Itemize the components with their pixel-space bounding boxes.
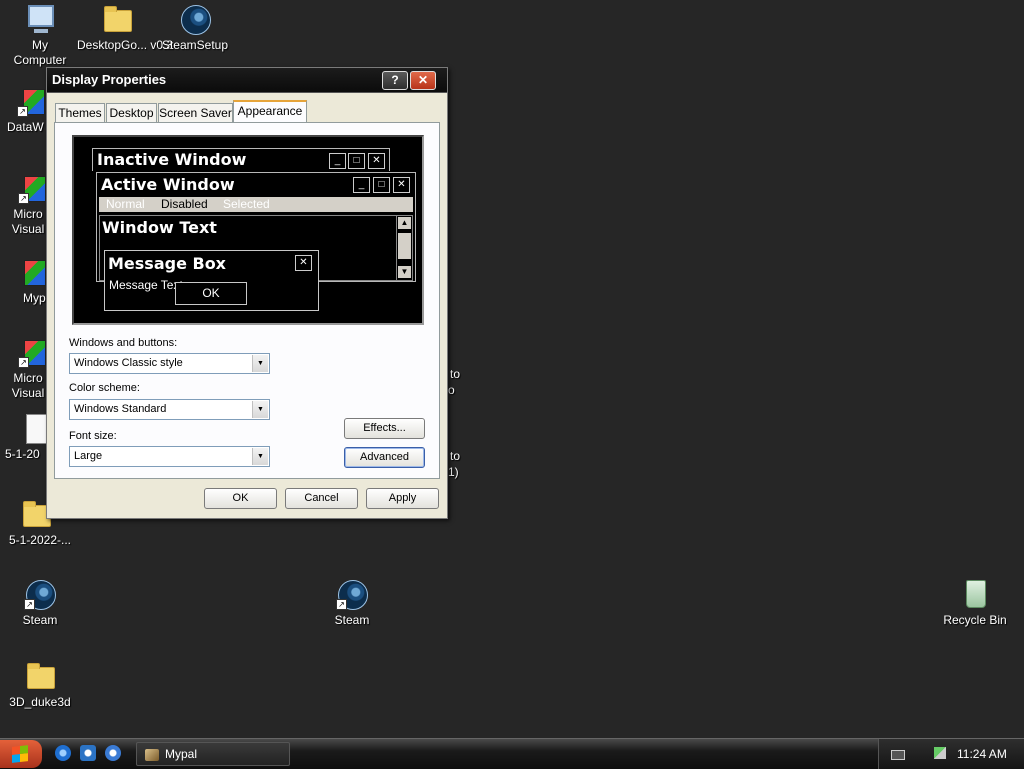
desktop-icon-my-computer[interactable]: My Computer [0,3,80,68]
desktop-label-fragment: to [450,367,461,381]
desktop-icon-label: SteamSetup [161,38,229,52]
preview-message-box: Message Box ✕ Message Text OK [104,250,319,311]
color-scheme-label: Color scheme: [69,382,140,394]
folder-icon [24,660,56,692]
windows-buttons-label: Windows and buttons: [69,337,178,349]
application-icon: ↗ [17,85,49,117]
display-properties-dialog: Display Properties ? ✕ Themes Desktop Sc… [46,67,448,519]
close-icon: ✕ [368,153,385,169]
windows-buttons-select[interactable]: Windows Classic style ▼ [69,353,270,374]
preview-ok-button: OK [175,282,247,305]
desktop-icon-label: Steam [334,613,370,627]
scroll-up-icon: ▲ [398,217,411,229]
steam-icon: ↗ [336,578,368,610]
inactive-window-title: Inactive Window [97,150,247,169]
recycle-bin-icon [959,578,991,610]
font-size-value: Large [74,450,103,462]
desktop-icon-desktopgo[interactable]: DesktopGo... v0.3 [77,3,174,53]
outlook-express-icon[interactable] [80,745,96,761]
desktop-label-fragment: 1) [448,465,459,479]
close-icon: ✕ [393,177,410,193]
cancel-button[interactable]: Cancel [285,488,358,509]
message-text: Message Text [109,278,183,292]
appearance-panel: Inactive Window _ □ ✕ Active Window _ □ … [54,122,440,479]
color-scheme-select[interactable]: Windows Standard ▼ [69,399,270,420]
scroll-thumb [398,233,411,259]
help-button[interactable]: ? [382,71,408,90]
steam-icon [179,3,211,35]
desktop-icon-label: 3D_duke3d [9,695,71,709]
dialog-titlebar[interactable]: Display Properties ? ✕ [47,68,447,93]
mypal-icon [145,748,159,761]
desktop-icon-3d-duke3d[interactable]: 3D_duke3d [0,660,80,710]
menu-normal: Normal [106,197,145,211]
tab-desktop[interactable]: Desktop [106,103,157,122]
minimize-icon: _ [329,153,346,169]
media-player-icon[interactable] [105,745,121,761]
chevron-down-icon[interactable]: ▼ [252,448,268,465]
desktop-icon-steam-1[interactable]: ↗ Steam [0,578,80,628]
close-button[interactable]: ✕ [410,71,436,90]
menu-disabled: Disabled [161,197,208,211]
font-size-select[interactable]: Large ▼ [69,446,270,467]
desktop-icon-label: Micro Visual [11,207,45,236]
font-size-label: Font size: [69,430,117,442]
appearance-preview: Inactive Window _ □ ✕ Active Window _ □ … [72,135,424,325]
taskbar-item-mypal[interactable]: Mypal [136,742,290,766]
maximize-icon: □ [373,177,390,193]
windows-logo-icon [12,745,28,763]
close-icon: ✕ [295,255,312,271]
desktop-icon-label: DesktopGo... v0.3 [77,38,174,52]
tab-themes[interactable]: Themes [55,103,105,122]
network-icon[interactable] [934,747,946,759]
dialog-title: Display Properties [52,72,167,87]
minimize-icon: _ [353,177,370,193]
desktop-icon-steamsetup[interactable]: SteamSetup [155,3,235,53]
preview-inactive-window: Inactive Window _ □ ✕ [92,148,390,171]
message-box-title: Message Box [108,254,226,273]
menu-selected: Selected [223,197,270,211]
windows-buttons-value: Windows Classic style [74,357,183,369]
ok-button[interactable]: OK [204,488,277,509]
clock[interactable]: 11:24 AM [957,739,1007,769]
tab-screen-saver[interactable]: Screen Saver [158,103,233,122]
active-window-title: Active Window [101,175,235,194]
keyboard-icon[interactable] [891,750,905,760]
effects-button[interactable]: Effects... [344,418,425,439]
taskbar-item-label: Mypal [165,747,198,761]
scroll-down-icon: ▼ [398,266,411,278]
preview-menu-bar: Normal Disabled Selected [99,197,413,212]
desktop-icon-steam-2[interactable]: ↗ Steam [312,578,392,628]
steam-icon: ↗ [24,578,56,610]
desktop-icon-label: My Computer [13,38,67,67]
chevron-down-icon[interactable]: ▼ [252,401,268,418]
desktop-icon-label: 5-1-2022-... [8,533,72,547]
window-text: Window Text [102,218,217,237]
desktop-label-fragment: to [450,449,461,463]
desktop-icon-label: Micro Visual [11,371,45,400]
color-scheme-value: Windows Standard [74,403,167,415]
advanced-button[interactable]: Advanced [344,447,425,468]
desktop-icon-label: Steam [22,613,58,627]
maximize-icon: □ [348,153,365,169]
desktop-icon-recycle-bin[interactable]: Recycle Bin [935,578,1015,628]
preview-scrollbar: ▲ ▼ [396,216,412,280]
tab-appearance[interactable]: Appearance [233,100,307,124]
my-computer-icon [24,3,56,35]
desktop-icon-label: Recycle Bin [943,613,1007,627]
desktop-label-fragment: o [448,383,455,397]
apply-button[interactable]: Apply [366,488,439,509]
taskbar: Mypal 11:24 AM [0,738,1024,769]
internet-explorer-icon[interactable] [55,745,71,761]
system-tray: 11:24 AM [878,739,1024,769]
start-button[interactable] [0,740,42,768]
folder-icon [101,3,133,35]
chevron-down-icon[interactable]: ▼ [252,355,268,372]
